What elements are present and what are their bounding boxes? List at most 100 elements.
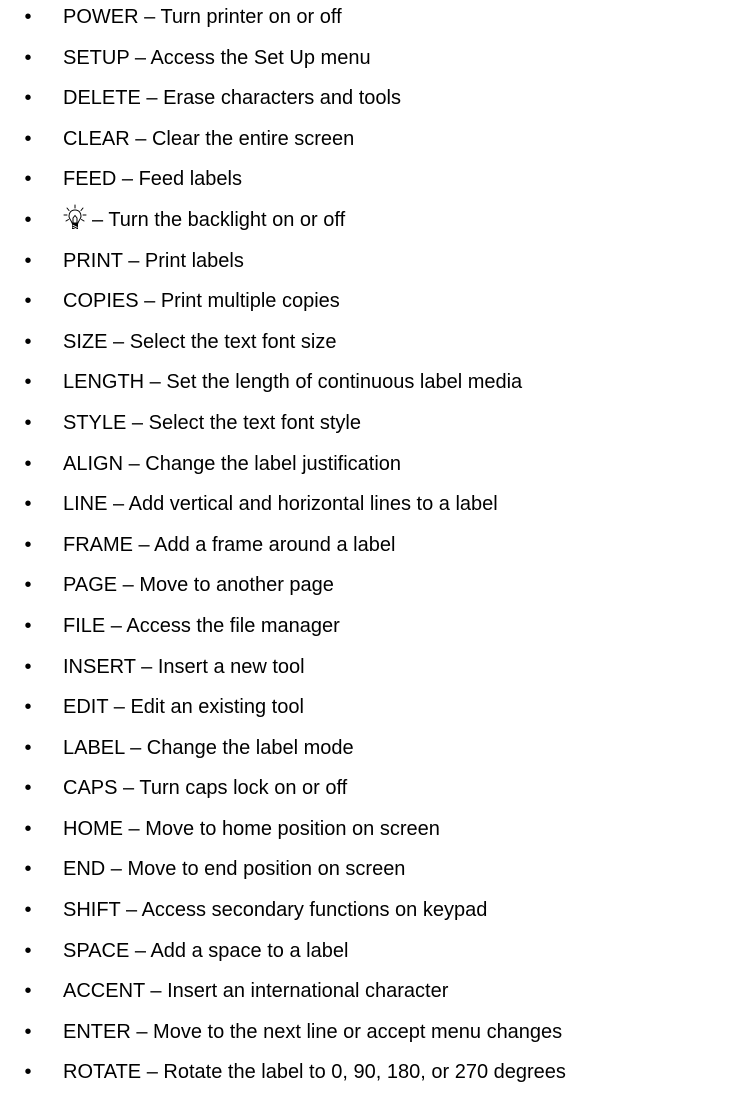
list-item: • SIZE – Select the text font size bbox=[0, 327, 739, 368]
bullet: • bbox=[24, 614, 32, 637]
separator: – bbox=[144, 371, 167, 394]
separator: – bbox=[133, 533, 155, 556]
key-name: HOME bbox=[63, 817, 123, 840]
bullet: • bbox=[24, 330, 32, 353]
list-item: • POWER – Turn printer on or off bbox=[0, 2, 739, 43]
separator: – bbox=[107, 493, 129, 516]
list-item: • PRINT – Print labels bbox=[0, 246, 739, 287]
separator: – bbox=[105, 614, 127, 637]
list-item: • ACCENT – Insert an international charac… bbox=[0, 976, 739, 1017]
item-text: PAGE – Move to another page bbox=[63, 570, 334, 601]
item-text: SPACE – Add a space to a label bbox=[63, 936, 348, 967]
key-name: ROTATE bbox=[63, 1061, 142, 1084]
bullet: • bbox=[24, 127, 32, 150]
key-name: FEED bbox=[63, 168, 117, 191]
list-item: • – Turn the backlight on or off bbox=[0, 204, 739, 246]
item-text: STYLE – Select the text font style bbox=[63, 408, 361, 439]
item-text: ACCENT – Insert an international charact… bbox=[63, 976, 448, 1007]
separator: – bbox=[135, 655, 158, 678]
separator: – bbox=[144, 980, 168, 1003]
separator: – bbox=[108, 696, 131, 719]
key-description: Access the Set Up menu bbox=[150, 46, 371, 69]
bullet: • bbox=[24, 899, 32, 922]
key-name: ALIGN bbox=[63, 452, 124, 475]
key-description: Print multiple copies bbox=[160, 290, 340, 313]
bullet: • bbox=[24, 533, 32, 556]
key-name: END bbox=[63, 858, 106, 881]
item-text: ALIGN – Change the label justification bbox=[63, 449, 401, 480]
bullet: • bbox=[24, 1020, 32, 1043]
list-item: • SHIFT – Access secondary functions on k… bbox=[0, 895, 739, 936]
list-item: • EDIT – Edit an existing tool bbox=[0, 692, 739, 733]
list-item: • INSERT – Insert a new tool bbox=[0, 652, 739, 693]
item-text: SIZE – Select the text font size bbox=[63, 327, 336, 358]
key-description: Clear the entire screen bbox=[151, 127, 355, 150]
bullet: • bbox=[24, 1061, 32, 1084]
item-text: LENGTH – Set the length of continuous la… bbox=[63, 367, 522, 398]
key-name: LINE bbox=[63, 493, 108, 516]
key-description: Move to the next line or accept menu cha… bbox=[153, 1020, 563, 1043]
separator: – bbox=[122, 249, 145, 272]
separator: – bbox=[117, 574, 140, 597]
key-description: Move to end position on screen bbox=[127, 858, 406, 881]
key-description: Select the text font size bbox=[129, 330, 337, 353]
key-description: Rotate the label to 0, 90, 180, or 270 d… bbox=[163, 1061, 566, 1084]
separator: – bbox=[107, 330, 130, 353]
bullet: • bbox=[24, 371, 32, 394]
bullet: • bbox=[24, 168, 32, 191]
item-text: EDIT – Edit an existing tool bbox=[63, 692, 304, 723]
key-name: ACCENT bbox=[63, 980, 145, 1003]
key-name: LENGTH bbox=[63, 371, 145, 394]
list-item: • ROTATE – Rotate the label to 0, 90, 180… bbox=[0, 1057, 739, 1098]
key-name: FRAME bbox=[63, 533, 133, 556]
bullet: • bbox=[24, 858, 32, 881]
key-name: POWER bbox=[63, 6, 139, 28]
key-description: Erase characters and tools bbox=[163, 87, 401, 110]
list-item: • FRAME – Add a frame around a label bbox=[0, 530, 739, 571]
item-text: SETUP – Access the Set Up menu bbox=[63, 43, 371, 74]
key-description: Add a space to a label bbox=[150, 939, 349, 962]
key-description: Edit an existing tool bbox=[130, 696, 304, 719]
key-name: SETUP bbox=[63, 46, 130, 69]
bullet: • bbox=[24, 290, 32, 313]
lightbulb-icon bbox=[63, 204, 87, 230]
separator: – bbox=[130, 1020, 154, 1043]
bullet: • bbox=[24, 574, 32, 597]
separator: – bbox=[123, 452, 146, 475]
item-text: INSERT – Insert a new tool bbox=[63, 652, 305, 683]
key-name: FILE bbox=[63, 614, 106, 637]
key-description: Print labels bbox=[144, 249, 244, 272]
list-item: • SETUP – Access the Set Up menu bbox=[0, 43, 739, 84]
bullet: • bbox=[24, 87, 32, 110]
key-name: SHIFT bbox=[63, 899, 121, 922]
bullet: • bbox=[24, 46, 32, 69]
key-name: CLEAR bbox=[63, 127, 130, 150]
key-description: Add vertical and horizontal lines to a l… bbox=[128, 493, 498, 516]
key-name: STYLE bbox=[63, 411, 127, 434]
item-text: LINE – Add vertical and horizontal lines… bbox=[63, 489, 498, 520]
list-item: • ENTER – Move to the next line or accept… bbox=[0, 1017, 739, 1058]
key-name: SIZE bbox=[63, 330, 108, 353]
bullet: • bbox=[24, 452, 32, 475]
list-item: • LENGTH – Set the length of continuous l… bbox=[0, 367, 739, 408]
key-name: CAPS bbox=[63, 777, 118, 800]
separator: – bbox=[116, 168, 139, 191]
item-text: DELETE – Erase characters and tools bbox=[63, 83, 401, 114]
item-text: END – Move to end position on screen bbox=[63, 854, 405, 885]
bullet: • bbox=[24, 696, 32, 719]
key-name: DELETE bbox=[63, 87, 141, 110]
separator: – bbox=[126, 411, 149, 434]
item-text: PRINT – Print labels bbox=[63, 246, 244, 277]
key-description: Turn the backlight on or off bbox=[108, 208, 346, 231]
list-item: • CLEAR – Clear the entire screen bbox=[0, 124, 739, 165]
key-description: Insert a new tool bbox=[157, 655, 305, 678]
key-name: PRINT bbox=[63, 249, 123, 272]
key-name: SPACE bbox=[63, 939, 130, 962]
separator: – bbox=[129, 46, 151, 69]
item-text: LABEL – Change the label mode bbox=[63, 733, 354, 764]
separator: – bbox=[129, 127, 152, 150]
list-item: • STYLE – Select the text font style bbox=[0, 408, 739, 449]
key-description: Add a frame around a label bbox=[154, 533, 396, 556]
key-description: Select the text font style bbox=[148, 411, 361, 434]
list-item: • LABEL – Change the label mode bbox=[0, 733, 739, 774]
